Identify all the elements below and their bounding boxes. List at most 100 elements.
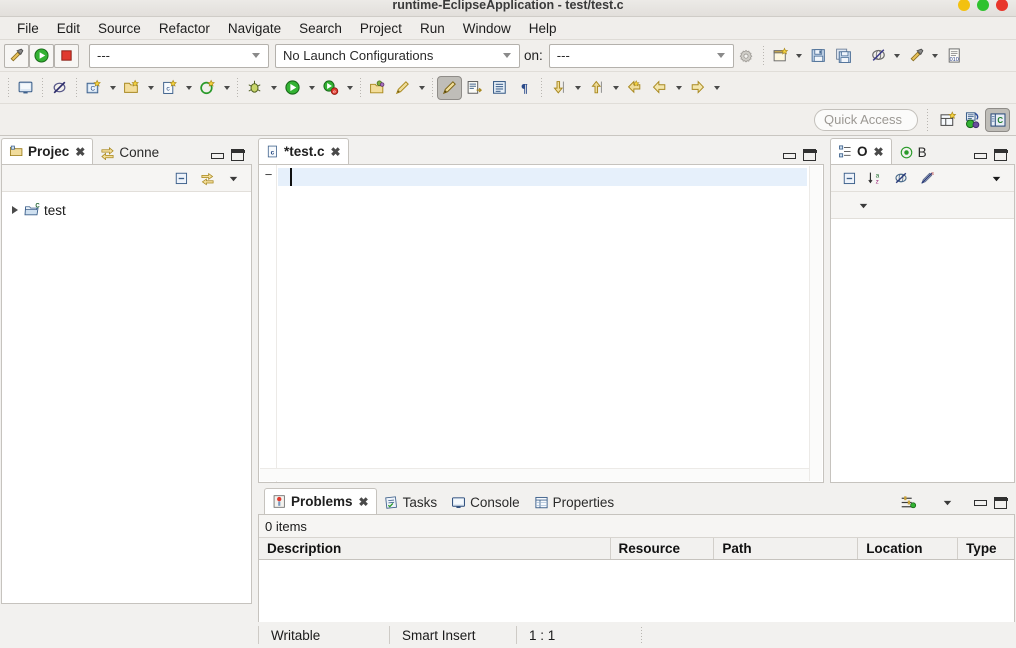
launch-config-combo[interactable]: No Launch Configurations (275, 43, 520, 68)
toggle-block-selection-button[interactable] (437, 75, 462, 100)
quick-access-input[interactable]: Quick Access (814, 108, 918, 131)
tab-test-c-close-icon[interactable]: ✖ (331, 146, 341, 158)
menu-edit[interactable]: Edit (48, 19, 89, 38)
outline-minimize-icon[interactable] (974, 151, 987, 160)
external-tools-button[interactable]: e (318, 76, 343, 100)
tab-problems-close-icon[interactable]: ✖ (359, 496, 369, 508)
save-button[interactable] (806, 44, 831, 68)
run-button[interactable] (29, 43, 54, 68)
menu-project[interactable]: Project (351, 19, 411, 38)
new-c-project-chevron-down-icon[interactable] (106, 77, 119, 99)
show-source-quick-button[interactable] (487, 76, 512, 100)
new-c-file-chevron-down-icon[interactable] (182, 77, 195, 99)
menu-file[interactable]: File (8, 19, 48, 38)
tab-connections[interactable]: Conne (93, 140, 166, 164)
new-class-chevron-down-icon[interactable] (220, 77, 233, 99)
left-panel-minimize-icon[interactable] (211, 151, 224, 160)
previous-annotation-chevron-down-icon[interactable] (609, 77, 622, 99)
back-chevron-down-icon[interactable] (672, 77, 685, 99)
tab-test-c[interactable]: c *test.c ✖ (258, 138, 349, 164)
left-panel-maximize-icon[interactable] (231, 149, 245, 161)
binary-file-button[interactable]: 010 (942, 44, 967, 68)
debug-button[interactable] (242, 76, 267, 100)
forward-chevron-down-icon[interactable] (710, 77, 723, 99)
column-header-path[interactable]: Path (714, 538, 859, 559)
open-perspective-button[interactable] (935, 108, 960, 132)
open-resource-button[interactable] (365, 76, 390, 100)
build-button[interactable] (4, 43, 29, 68)
column-header-description[interactable]: Description (259, 538, 611, 559)
editor-canvas[interactable]: − (258, 164, 824, 483)
outline-overflow-menu-button[interactable] (851, 194, 875, 216)
tab-project-explorer[interactable]: Projec ✖ (1, 138, 94, 164)
menu-refactor[interactable]: Refactor (150, 19, 219, 38)
new-c-file-button[interactable]: c (157, 76, 182, 100)
open-declaration-button[interactable] (13, 76, 38, 100)
debug-perspective-button[interactable] (960, 108, 985, 132)
previous-annotation-button[interactable] (584, 76, 609, 100)
launch-target-combo[interactable]: --- (548, 43, 734, 68)
launch-target-settings-button[interactable] (734, 44, 759, 68)
column-header-type[interactable]: Type (958, 538, 1014, 559)
project-tree[interactable]: C test (2, 193, 251, 603)
debug-chevron-down-icon[interactable] (267, 77, 280, 99)
menu-window[interactable]: Window (454, 19, 520, 38)
next-annotation-button[interactable] (546, 76, 571, 100)
launch-target-chevron-down-icon[interactable] (713, 53, 729, 58)
outline-maximize-icon[interactable] (994, 149, 1008, 161)
forward-button[interactable] (685, 76, 710, 100)
menu-help[interactable]: Help (520, 19, 566, 38)
menu-search[interactable]: Search (290, 19, 351, 38)
tab-outline-close-icon[interactable]: ✖ (874, 146, 884, 158)
c-cpp-perspective-button[interactable]: C (985, 107, 1010, 132)
filters-button[interactable] (900, 494, 917, 511)
tree-item-test[interactable]: C test (2, 199, 251, 221)
editor-horizontal-scrollbar[interactable] (260, 468, 809, 481)
build-all-chevron-down-icon[interactable] (929, 45, 942, 67)
editor-minimize-icon[interactable] (783, 151, 796, 160)
new-wizard-chevron-down-icon[interactable] (793, 45, 806, 67)
run-history-button[interactable] (280, 76, 305, 100)
new-folder-chevron-down-icon[interactable] (144, 77, 157, 99)
launch-config-chevron-down-icon[interactable] (499, 53, 515, 58)
problems-view-menu-button[interactable] (941, 496, 954, 509)
problems-maximize-icon[interactable] (994, 496, 1008, 509)
close-button[interactable] (996, 0, 1008, 11)
problems-minimize-icon[interactable] (974, 498, 987, 507)
menu-navigate[interactable]: Navigate (219, 19, 290, 38)
hide-static-button[interactable]: s (915, 167, 939, 189)
show-whitespace-button[interactable] (462, 76, 487, 100)
menu-source[interactable]: Source (89, 19, 150, 38)
run-history-chevron-down-icon[interactable] (305, 77, 318, 99)
expand-arrow-icon[interactable] (10, 205, 20, 215)
column-header-resource[interactable]: Resource (611, 538, 715, 559)
new-wizard-button[interactable] (768, 44, 793, 68)
maximize-button[interactable] (977, 0, 989, 11)
build-config-combo[interactable]: --- (89, 43, 269, 68)
outline-content[interactable] (831, 221, 1014, 482)
mark-occurrences-chevron-down-icon[interactable] (891, 45, 904, 67)
skip-all-breakpoints-button[interactable] (47, 76, 72, 100)
external-tools-chevron-down-icon[interactable] (343, 77, 356, 99)
tab-project-explorer-close-icon[interactable]: ✖ (75, 146, 85, 158)
tab-tasks[interactable]: Tasks (377, 490, 445, 514)
search-pencil-button[interactable] (390, 76, 415, 100)
tab-properties[interactable]: Properties (527, 490, 622, 514)
minimize-button[interactable] (958, 0, 970, 11)
sort-az-button[interactable]: a z (863, 167, 887, 189)
outline-collapse-all-button[interactable] (837, 167, 861, 189)
save-all-button[interactable] (831, 44, 856, 68)
new-c-project-button[interactable]: C (81, 76, 106, 100)
build-all-button[interactable] (904, 44, 929, 68)
editor-maximize-icon[interactable] (803, 149, 817, 161)
tab-problems[interactable]: Problems ✖ (264, 488, 377, 514)
new-folder-button[interactable] (119, 76, 144, 100)
link-with-editor-button[interactable] (195, 167, 219, 189)
problems-table-body[interactable] (259, 561, 1014, 630)
hide-fields-button[interactable] (889, 167, 913, 189)
menu-run[interactable]: Run (411, 19, 454, 38)
back-button[interactable] (647, 76, 672, 100)
editor-vertical-scrollbar[interactable] (809, 166, 822, 481)
new-class-button[interactable] (195, 76, 220, 100)
tab-build-targets[interactable]: B (892, 140, 934, 164)
